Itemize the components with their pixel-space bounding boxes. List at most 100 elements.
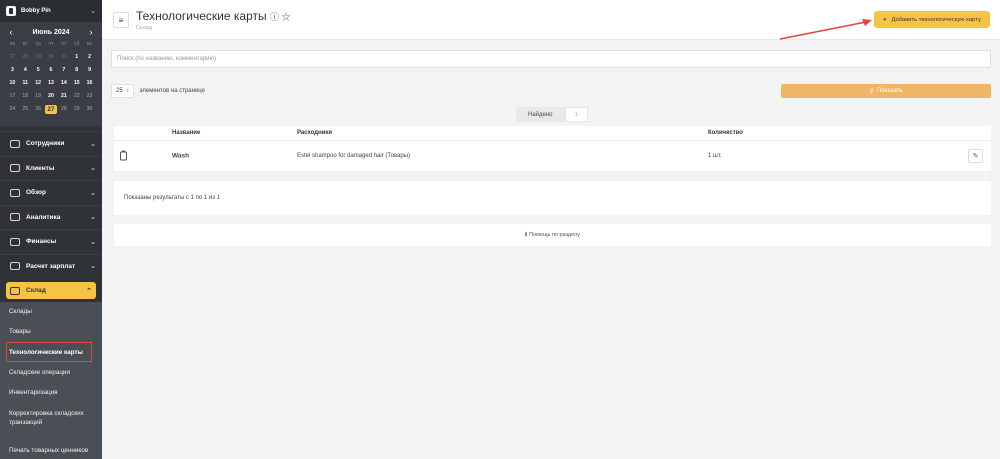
menu-item-employees[interactable]: Сотрудники ⌄: [0, 131, 102, 156]
star-icon[interactable]: ☆: [282, 12, 291, 22]
per-page-control: 25 ⇕ элементов на странице: [111, 84, 205, 98]
calendar-day[interactable]: 14: [57, 79, 70, 88]
mini-calendar: ‹ Июнь 2024 › пн вт ср чт пт сб вс 27 28 29 30 31 1 2…: [0, 23, 102, 126]
table-header: Название Расходники Количество: [114, 126, 991, 141]
menu-item-label: Обзор: [26, 189, 46, 197]
calendar-day[interactable]: 22: [70, 92, 83, 101]
calendar-day[interactable]: 28: [19, 53, 32, 62]
calendar-day[interactable]: 2: [83, 53, 96, 62]
calendar-day[interactable]: 19: [32, 92, 45, 101]
calendar-day[interactable]: 30: [45, 53, 58, 62]
calendar-day[interactable]: 26: [32, 105, 45, 114]
prev-month-icon[interactable]: ‹: [6, 27, 16, 37]
plus-icon: +: [883, 16, 887, 23]
chevron-down-icon: ⌄: [90, 165, 96, 173]
finance-icon: [10, 237, 20, 246]
help-link[interactable]: ℹ Помощь по разделу: [114, 224, 991, 246]
calendar-day[interactable]: 4: [19, 66, 32, 75]
clipboard-icon: [120, 150, 127, 161]
menu-item-warehouse[interactable]: Склад ⌃: [6, 282, 96, 299]
submenu-item[interactable]: Печать товарных ценников: [0, 434, 102, 459]
chevron-down-icon[interactable]: ⌄: [90, 7, 96, 15]
next-month-icon[interactable]: ›: [86, 27, 96, 37]
menu-item-label: Финансы: [26, 238, 57, 246]
overview-icon: [10, 188, 20, 197]
table-row[interactable]: Wash Estel shampoo for damaged hair (Тов…: [114, 141, 991, 171]
menu-item-label: Расчет зарплат: [26, 262, 76, 270]
calendar-day[interactable]: 13: [45, 79, 58, 88]
menu-item-payroll[interactable]: Расчет зарплат ⌄: [0, 253, 102, 279]
row-name[interactable]: Wash: [172, 153, 189, 160]
weekday-label: сб: [73, 41, 80, 47]
menu-item-finance[interactable]: Финансы ⌄: [0, 229, 102, 254]
info-small-icon: ℹ: [525, 232, 528, 238]
menu-item-analytics[interactable]: Аналитика ⌄: [0, 204, 102, 230]
calendar-day[interactable]: 9: [83, 66, 96, 75]
title-actions: ⓘ ☆: [270, 10, 291, 23]
submenu-item[interactable]: Товары: [0, 322, 102, 342]
calendar-day-today[interactable]: 27: [44, 105, 58, 114]
calendar-day[interactable]: 18: [19, 92, 32, 101]
page-title: Технологические карты: [136, 9, 267, 23]
calendar-day[interactable]: 3: [6, 66, 19, 75]
weekday-label: пт: [61, 41, 67, 47]
analytics-icon: [10, 213, 20, 222]
calendar-day[interactable]: 29: [32, 53, 45, 62]
calendar-day[interactable]: 15: [70, 79, 83, 88]
pencil-icon: ✎: [972, 153, 979, 160]
page-header: ≡ Технологические карты ⓘ ☆ Склад + Доба…: [102, 0, 1000, 40]
calendar-day[interactable]: 7: [57, 66, 70, 75]
column-header-quantity[interactable]: Количество: [708, 130, 743, 136]
weekday-label: ср: [35, 41, 41, 47]
calendar-day[interactable]: 27: [6, 53, 19, 62]
calendar-day[interactable]: 29: [70, 105, 83, 114]
calendar-day[interactable]: 1: [70, 53, 83, 62]
calendar-day[interactable]: 5: [32, 66, 45, 75]
menu-item-label: Аналитика: [26, 213, 61, 221]
show-button[interactable]: ⚲ Показать: [781, 84, 991, 98]
calendar-day[interactable]: 30: [83, 105, 96, 114]
calendar-day[interactable]: 25: [19, 105, 32, 114]
chevron-down-icon: ⌄: [90, 214, 96, 222]
calendar-day[interactable]: 24: [6, 105, 19, 114]
calendar-day[interactable]: 6: [45, 66, 58, 75]
calendar-day[interactable]: 12: [32, 79, 45, 88]
add-button-label: Добавить технологическую карту: [891, 16, 981, 23]
company-switcher[interactable]: Bobby Pin ⌄: [0, 0, 102, 23]
submenu-item[interactable]: Складские операции: [0, 363, 102, 383]
company-name: Bobby Pin: [21, 8, 51, 14]
found-counter: Найдено 1: [516, 107, 588, 122]
add-tech-card-button[interactable]: + Добавить технологическую карту: [874, 11, 990, 28]
calendar-day[interactable]: 10: [6, 79, 19, 88]
calendar-day[interactable]: 8: [70, 66, 83, 75]
calendar-day[interactable]: 23: [83, 92, 96, 101]
red-arrow-annotation: [779, 19, 872, 40]
calendar-month-title: Июнь 2024: [32, 28, 70, 36]
help-link-label: Помощь по разделу: [529, 232, 580, 238]
calendar-day[interactable]: 21: [57, 92, 70, 101]
submenu-item[interactable]: Корректировка складских транзакций: [0, 402, 102, 434]
calendar-day[interactable]: 11: [19, 79, 32, 88]
payroll-icon: [10, 262, 20, 271]
calendar-day[interactable]: 20: [45, 92, 58, 101]
column-header-consumables[interactable]: Расходники: [297, 130, 332, 136]
calendar-day[interactable]: 17: [6, 92, 19, 101]
submenu-item[interactable]: Склады: [0, 302, 102, 322]
info-icon[interactable]: ⓘ: [270, 12, 279, 22]
per-page-value: 25: [116, 88, 123, 94]
edit-button[interactable]: ✎: [968, 149, 983, 163]
row-consumables: Estel shampoo for damaged hair (Товары): [297, 153, 411, 159]
per-page-select[interactable]: 25 ⇕: [111, 84, 135, 98]
calendar-day[interactable]: 31: [57, 53, 70, 62]
column-header-name[interactable]: Название: [172, 130, 200, 136]
breadcrumb[interactable]: Склад: [136, 25, 152, 31]
menu-item-clients[interactable]: Клиенты ⌄: [0, 155, 102, 181]
menu-toggle-button[interactable]: ≡: [113, 12, 129, 28]
calendar-day[interactable]: 28: [57, 105, 70, 114]
submenu-item[interactable]: Инвентаризация: [0, 383, 102, 403]
submenu-item[interactable]: Технологические карты: [5, 341, 93, 363]
menu-item-overview[interactable]: Обзор ⌄: [0, 180, 102, 205]
search-input[interactable]: Поиск (по названию, комментарию): [111, 50, 991, 68]
chevron-down-icon: ⌄: [90, 140, 96, 148]
calendar-day[interactable]: 16: [83, 79, 96, 88]
